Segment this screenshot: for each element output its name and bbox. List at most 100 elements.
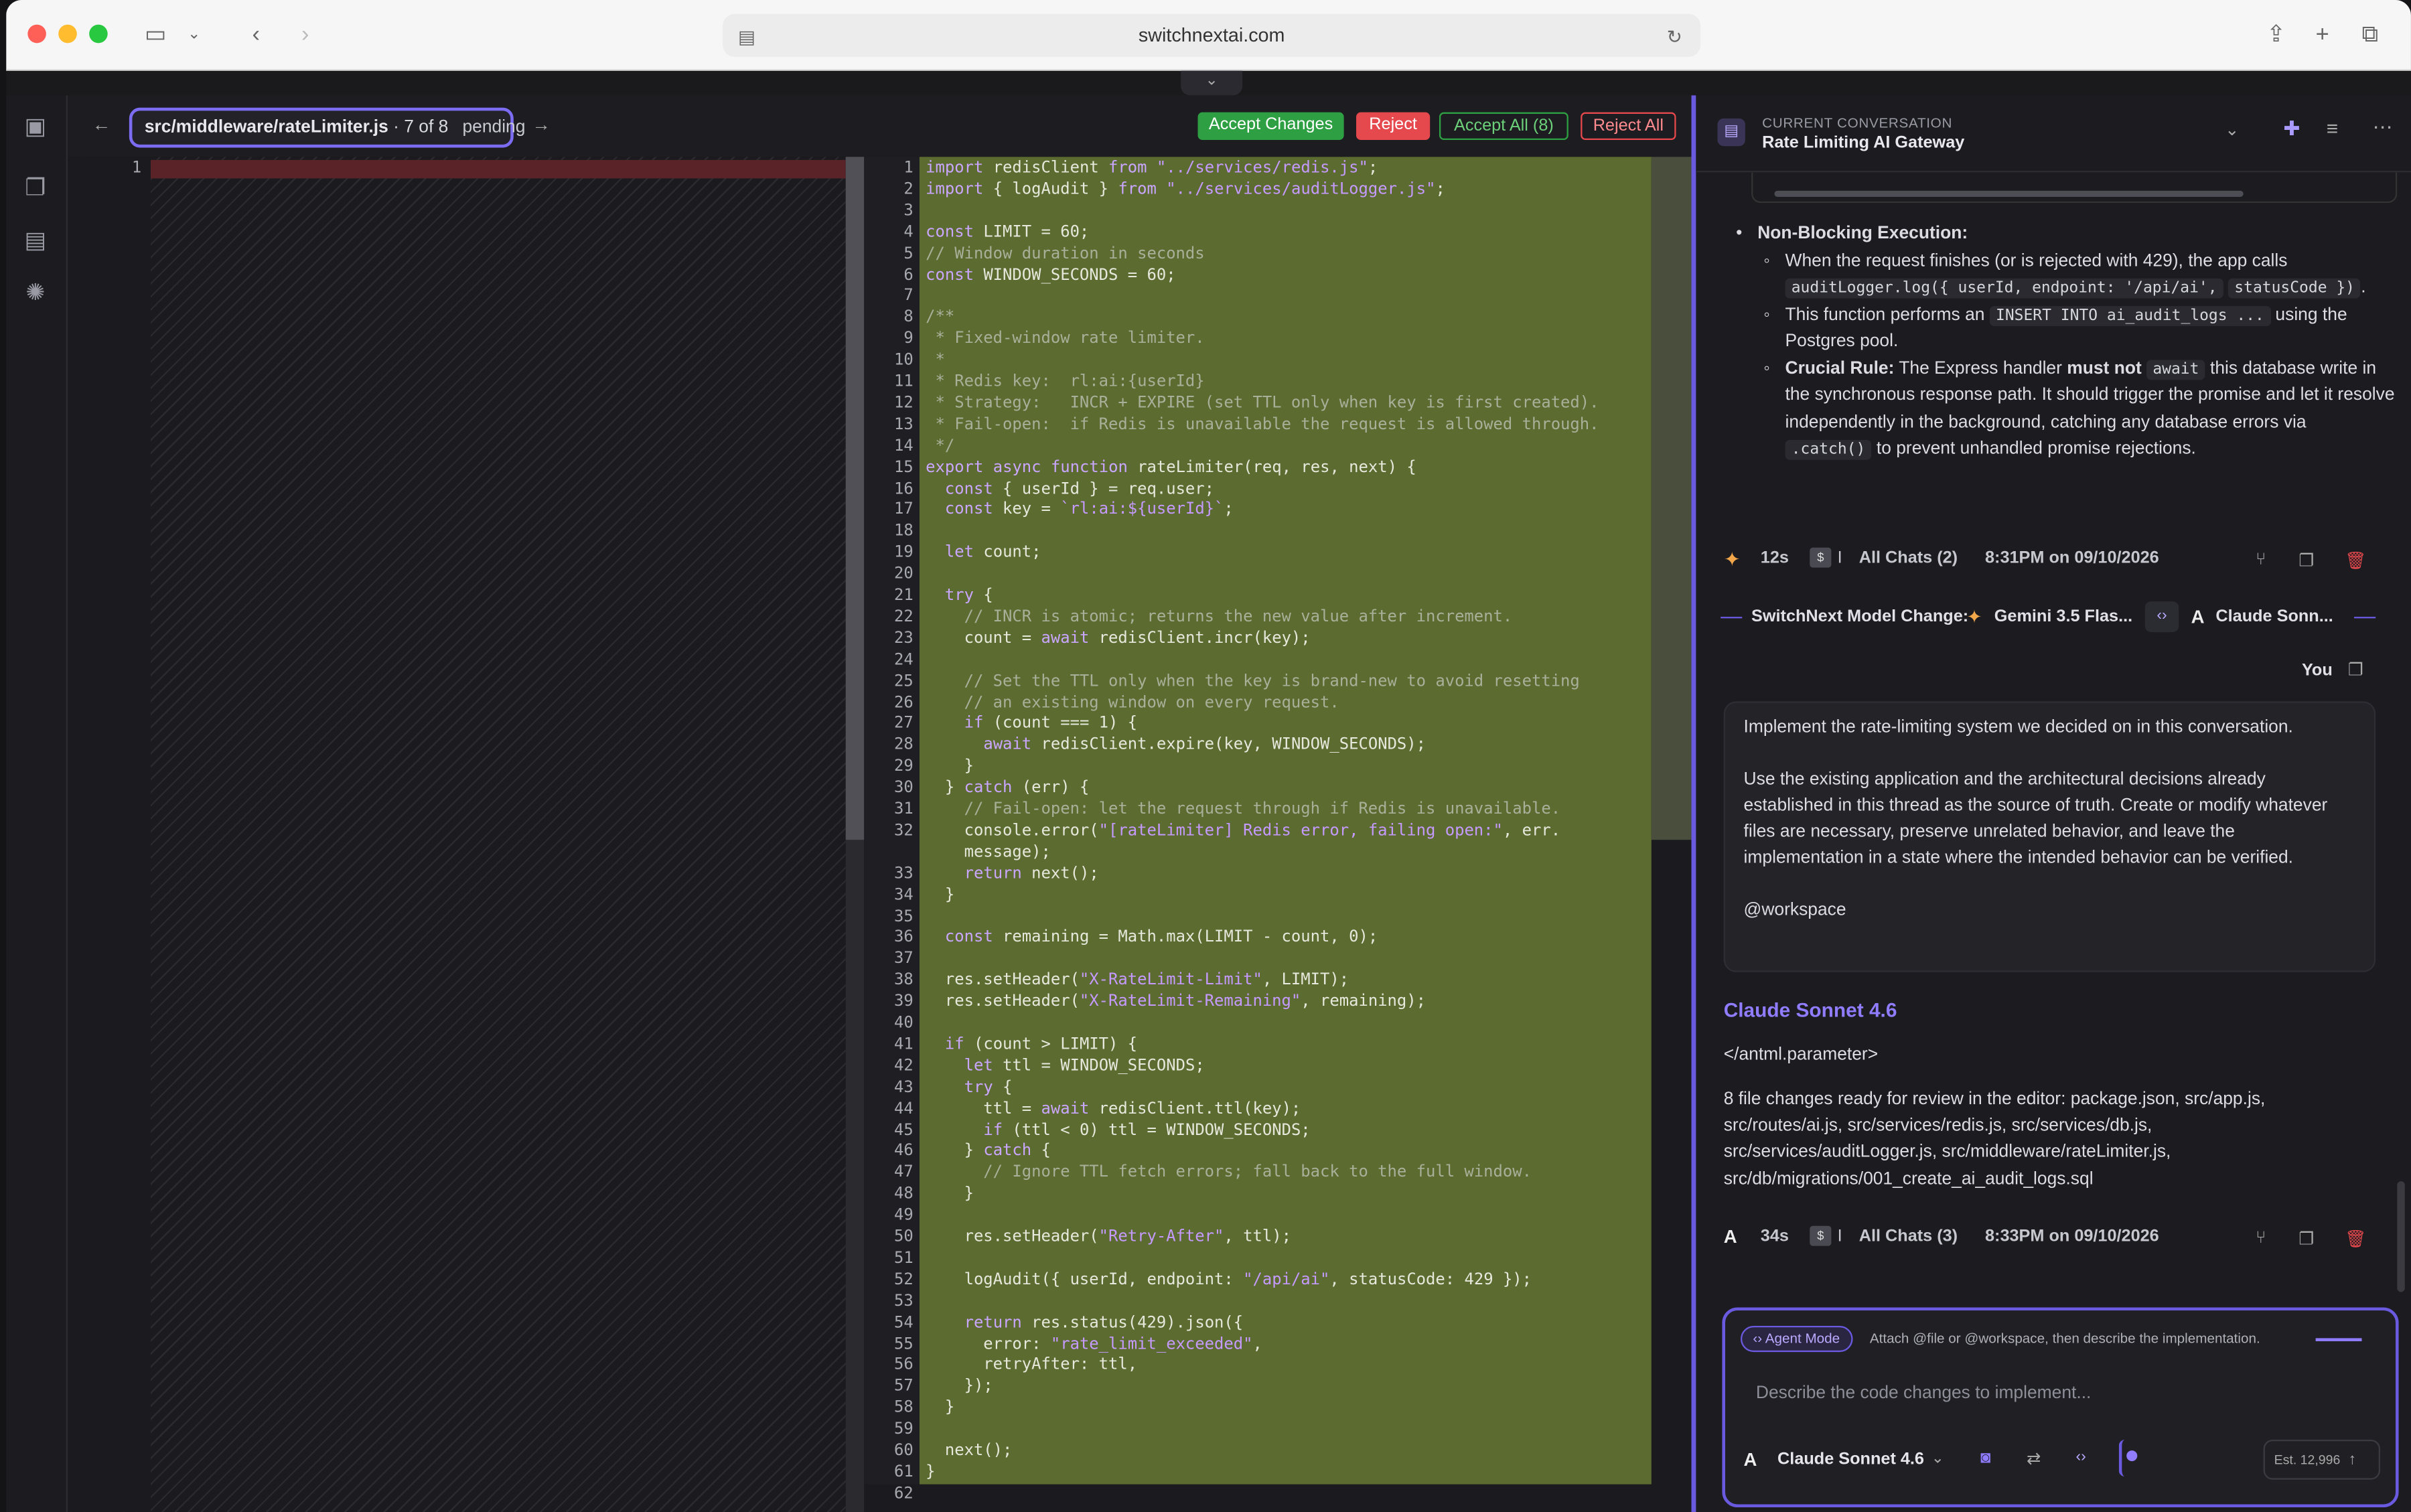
code-line: // Set the TTL only when the key is bran… bbox=[926, 671, 1580, 690]
timestamp: 8:31PM on 09/10/2026 bbox=[1985, 549, 2159, 568]
code-line: // Window duration in seconds bbox=[926, 244, 1205, 262]
line-number: 2 bbox=[903, 179, 914, 199]
code-line: logAudit({ userId, endpoint: "/api/ai", … bbox=[926, 1270, 1532, 1289]
user-message: Implement the rate-limiting system we de… bbox=[1723, 701, 2376, 972]
trash-icon[interactable]: 🗑 bbox=[2345, 550, 2366, 571]
conversation-title[interactable]: Rate Limiting AI Gateway bbox=[1762, 134, 1964, 153]
more-icon[interactable]: ⋯ bbox=[2373, 115, 2393, 140]
agent-mode-button[interactable]: ‹› Agent Mode bbox=[1740, 1326, 1852, 1353]
code-scrollbar[interactable] bbox=[1651, 157, 1692, 840]
code-line: console.error("[rateLimiter] Redis error… bbox=[926, 821, 1561, 840]
camera-icon[interactable]: ◙ bbox=[1980, 1449, 1990, 1468]
forward-icon[interactable]: › bbox=[301, 20, 309, 51]
collapse-toggle-icon[interactable]: ⌄ bbox=[1181, 70, 1243, 96]
user-message-line: implementation in a state where the inte… bbox=[1743, 848, 2294, 868]
model-from: Gemini 3.5 Flas... bbox=[1994, 607, 2133, 626]
you-label: You bbox=[2301, 661, 2333, 680]
copy-icon[interactable]: ❐ bbox=[2348, 660, 2363, 680]
address-bar[interactable]: ▤ switchnextai.com ↻ bbox=[723, 13, 1701, 57]
line-number: 57 bbox=[894, 1377, 914, 1396]
mode-indicator bbox=[2315, 1338, 2362, 1341]
accept-all-button[interactable]: Accept All (8) bbox=[1439, 112, 1568, 141]
chevron-down-icon[interactable]: ⌄ bbox=[188, 20, 200, 51]
trash-icon[interactable]: 🗑 bbox=[2345, 1229, 2366, 1250]
line-number: 24 bbox=[894, 650, 914, 669]
line-number: 13 bbox=[894, 414, 914, 434]
code-changes-input[interactable]: Describe the code changes to implement..… bbox=[1756, 1384, 2091, 1403]
record-icon bbox=[2126, 1450, 2138, 1462]
tools-icon[interactable]: ⇄ bbox=[2027, 1449, 2041, 1469]
code-block-tail bbox=[1751, 172, 2398, 204]
chevron-down-icon[interactable]: ⌄ bbox=[2225, 120, 2239, 140]
close-window-button[interactable] bbox=[27, 24, 46, 44]
added-code-block[interactable]: import redisClient from "../services/red… bbox=[919, 157, 1652, 1485]
notes-icon[interactable]: ▤ bbox=[19, 224, 53, 258]
chevron-down-icon[interactable]: ⌄ bbox=[1931, 1450, 1944, 1467]
activity-bar: ▣ ❐ ▤ ✺ bbox=[6, 95, 68, 1512]
back-icon[interactable]: ‹ bbox=[252, 20, 260, 51]
line-gutter: 1 2 3 4 5 6 7 8 9 10 11 12 13 14 15 16 17 18 19 20 21 22 23 24 2… bbox=[864, 157, 920, 1503]
assistant-name: Claude Sonnet 4.6 bbox=[1723, 998, 1897, 1022]
token-estimate: Est. 12,996 bbox=[2274, 1452, 2341, 1468]
line-number: 39 bbox=[894, 992, 914, 1011]
code-line: count = await redisClient.incr(key); bbox=[926, 629, 1311, 648]
model-select[interactable]: Claude Sonnet 4.6 bbox=[1777, 1450, 1924, 1469]
line-number: 40 bbox=[894, 1013, 914, 1033]
code-line: export async function rateLimiter(req, r… bbox=[926, 457, 1416, 477]
share-icon[interactable]: ⇪ bbox=[2266, 20, 2286, 51]
new-tab-icon[interactable]: + bbox=[2316, 20, 2329, 51]
code-icon[interactable]: ‹› bbox=[2075, 1449, 2086, 1466]
chat-icon[interactable]: ▣ bbox=[19, 110, 53, 145]
tabs-icon[interactable]: ⧉ bbox=[2362, 20, 2379, 51]
next-file-icon[interactable]: → bbox=[532, 114, 551, 135]
code-line: /** bbox=[926, 308, 955, 327]
new-chat-icon[interactable]: ✚ bbox=[2283, 117, 2300, 142]
line-number: 32 bbox=[894, 821, 914, 840]
line-number: 42 bbox=[894, 1056, 914, 1075]
minimize-window-button[interactable] bbox=[58, 24, 77, 44]
copy-icon[interactable]: ❐ bbox=[2298, 550, 2314, 571]
record-toggle[interactable] bbox=[2118, 1439, 2140, 1477]
send-button[interactable]: Est. 12,996 ↑ bbox=[2263, 1439, 2381, 1480]
file-tab[interactable]: src/middleware/rateLimiter.js · 7 of 8 p… bbox=[129, 107, 525, 148]
reject-button[interactable]: Reject bbox=[1356, 112, 1431, 141]
reload-icon[interactable]: ↻ bbox=[1667, 21, 1682, 52]
branch-icon[interactable]: ⑂ bbox=[2256, 550, 2266, 569]
line-number: 47 bbox=[894, 1163, 914, 1182]
anthropic-icon: A bbox=[2191, 606, 2205, 628]
maximize-window-button[interactable] bbox=[89, 24, 108, 44]
browser-window: ▭ ⌄ ‹ › ▤ switchnextai.com ↻ ⇪ + ⧉ ⌄ ▣ ❐… bbox=[6, 0, 2411, 1512]
line-number: 34 bbox=[894, 885, 914, 904]
line-number: 19 bbox=[894, 543, 914, 562]
prev-file-icon[interactable]: ← bbox=[92, 114, 111, 135]
code-line: } catch { bbox=[926, 1142, 1051, 1160]
code-line: } bbox=[926, 1462, 936, 1481]
list-icon[interactable]: ≡ bbox=[2327, 117, 2338, 140]
reject-all-button[interactable]: Reject All bbox=[1581, 112, 1676, 141]
settings-icon[interactable]: ✺ bbox=[19, 277, 53, 311]
branch-icon[interactable]: ⑂ bbox=[2256, 1229, 2266, 1248]
accept-changes-button[interactable]: Accept Changes bbox=[1197, 112, 1344, 141]
horizontal-scrollbar[interactable] bbox=[1774, 190, 2244, 198]
original-gutter: 1 bbox=[68, 157, 151, 1512]
line-number: 38 bbox=[894, 970, 914, 990]
line-number: 54 bbox=[894, 1312, 914, 1332]
line-number: 51 bbox=[894, 1248, 914, 1268]
inline-code: INSERT INTO ai_audit_logs ... bbox=[1989, 305, 2271, 325]
inline-code: statusCode }) bbox=[2228, 278, 2361, 299]
diff-toolbar: ← src/middleware/rateLimiter.js · 7 of 8… bbox=[68, 95, 1692, 157]
line-number: 7 bbox=[903, 287, 914, 305]
diff-scrollbar[interactable] bbox=[845, 157, 865, 1512]
swap-icon[interactable]: ‹› bbox=[2144, 601, 2179, 633]
all-chats-link[interactable]: All Chats (3) bbox=[1859, 1227, 1958, 1246]
modified-code-pane: 1 2 3 4 5 6 7 8 9 10 11 12 13 14 15 16 17 18 19 20 21 22 23 24 2… bbox=[864, 157, 1692, 1512]
all-chats-link[interactable]: All Chats (2) bbox=[1859, 549, 1958, 568]
sidebar-icon[interactable]: ▭ bbox=[145, 20, 167, 51]
chat-scrollbar[interactable] bbox=[2397, 1181, 2405, 1292]
scrollbar-thumb[interactable] bbox=[845, 157, 865, 840]
files-icon[interactable]: ❐ bbox=[19, 172, 53, 206]
copy-icon[interactable]: ❐ bbox=[2298, 1229, 2314, 1250]
